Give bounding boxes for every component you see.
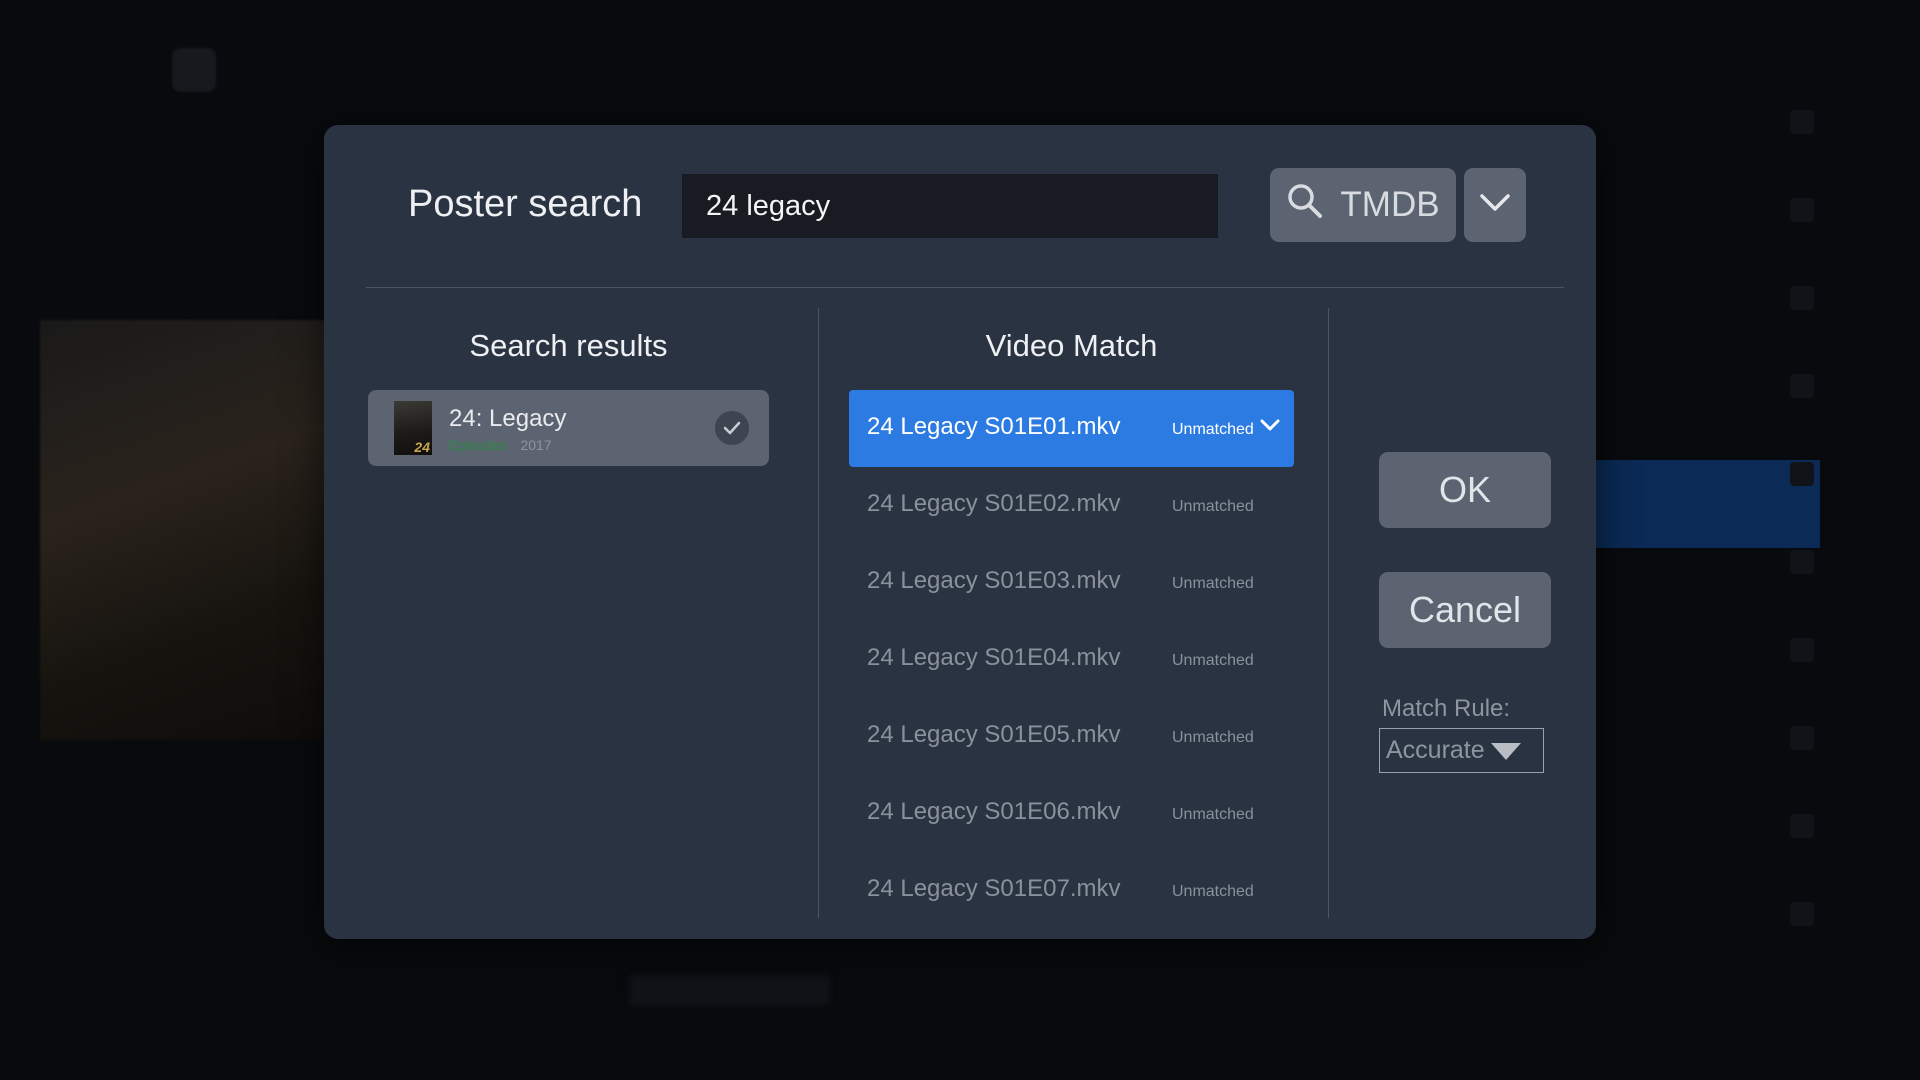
match-status: Unmatched xyxy=(1172,729,1254,746)
background-poster xyxy=(40,320,330,740)
video-row-1[interactable]: 24 Legacy S01E01.mkv Unmatched xyxy=(849,390,1294,467)
video-row-2[interactable]: 24 Legacy S01E02.mkv Unmatched xyxy=(849,467,1294,544)
column-divider-left xyxy=(818,308,819,918)
video-row-6[interactable]: 24 Legacy S01E06.mkv Unmatched xyxy=(849,775,1294,852)
match-status: Unmatched xyxy=(1172,883,1254,900)
header-divider xyxy=(366,287,1564,288)
video-filename: 24 Legacy S01E06.mkv xyxy=(867,798,1121,825)
search-icon xyxy=(1286,182,1324,229)
video-row-7[interactable]: 24 Legacy S01E07.mkv Unmatched xyxy=(849,852,1294,929)
provider-dropdown-button[interactable] xyxy=(1464,168,1526,242)
video-match-title: Video Match xyxy=(985,328,1158,363)
background-selected-row xyxy=(1590,460,1820,548)
match-status: Unmatched xyxy=(1172,806,1254,823)
background-right-column xyxy=(1790,110,1830,990)
poster-search-dialog: Poster search TMDB Search results 24 24:… xyxy=(324,125,1596,939)
background-bottom-text xyxy=(630,975,830,1005)
video-filename: 24 Legacy S01E07.mkv xyxy=(867,875,1121,902)
dialog-title: Poster search xyxy=(408,183,643,225)
chevron-down-icon[interactable] xyxy=(1260,418,1280,437)
match-rule-value: Accurate xyxy=(1386,736,1485,764)
match-status: Unmatched xyxy=(1172,652,1254,669)
column-divider-right xyxy=(1328,308,1329,918)
provider-label: TMDB xyxy=(1340,185,1440,224)
video-match-list: 24 Legacy S01E01.mkv Unmatched 24 Legacy… xyxy=(849,390,1294,929)
result-poster-thumbnail: 24 xyxy=(394,401,432,455)
result-type: Episodes xyxy=(449,437,507,453)
video-filename: 24 Legacy S01E02.mkv xyxy=(867,490,1121,517)
video-row-3[interactable]: 24 Legacy S01E03.mkv Unmatched xyxy=(849,544,1294,621)
video-filename: 24 Legacy S01E01.mkv xyxy=(867,413,1121,440)
search-results-title: Search results xyxy=(469,328,668,363)
result-year: 2017 xyxy=(520,437,552,453)
match-rule-select[interactable]: Accurate xyxy=(1379,728,1544,773)
match-rule-label: Match Rule: xyxy=(1382,695,1511,722)
video-filename: 24 Legacy S01E04.mkv xyxy=(867,644,1121,671)
match-status: Unmatched xyxy=(1172,421,1254,438)
check-icon xyxy=(715,411,749,445)
dropdown-triangle-icon xyxy=(1491,743,1521,760)
video-filename: 24 Legacy S01E05.mkv xyxy=(867,721,1121,748)
provider-search-button[interactable]: TMDB xyxy=(1270,168,1456,242)
background-app-icon xyxy=(172,48,216,92)
chevron-down-icon xyxy=(1479,192,1511,219)
video-row-4[interactable]: 24 Legacy S01E04.mkv Unmatched xyxy=(849,621,1294,698)
ok-button[interactable]: OK xyxy=(1379,452,1551,528)
result-poster-logo: 24 xyxy=(414,439,430,455)
match-status: Unmatched xyxy=(1172,498,1254,515)
search-input[interactable] xyxy=(682,174,1218,238)
search-result-item[interactable]: 24 24: Legacy Episodes 2017 xyxy=(368,390,769,466)
result-title: 24: Legacy xyxy=(449,405,567,432)
video-filename: 24 Legacy S01E03.mkv xyxy=(867,567,1121,594)
match-status: Unmatched xyxy=(1172,575,1254,592)
video-row-5[interactable]: 24 Legacy S01E05.mkv Unmatched xyxy=(849,698,1294,775)
result-meta: Episodes 2017 xyxy=(449,437,552,453)
cancel-button[interactable]: Cancel xyxy=(1379,572,1551,648)
